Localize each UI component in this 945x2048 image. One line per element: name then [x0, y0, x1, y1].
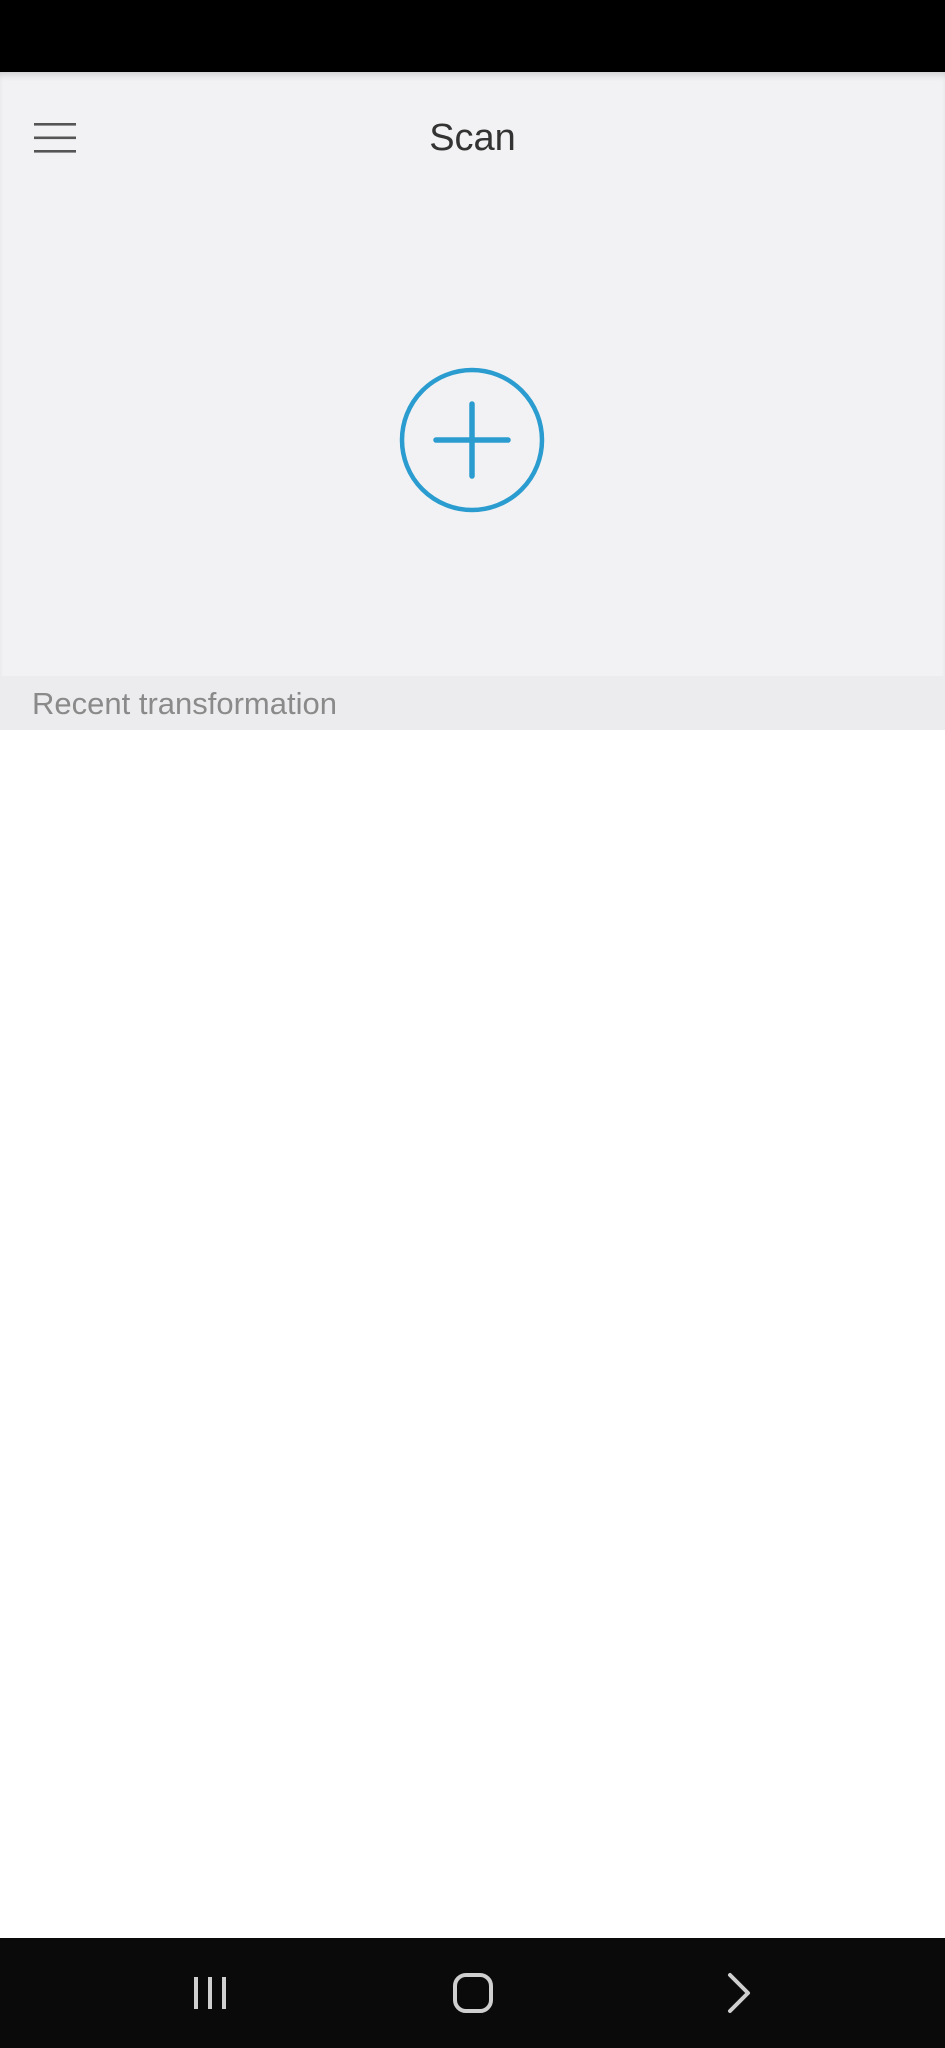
recent-section-label: Recent transformation: [32, 686, 337, 721]
back-button[interactable]: [683, 1958, 793, 2028]
page-title: Scan: [429, 117, 516, 159]
circle-plus-icon: [399, 367, 545, 513]
recent-list: [0, 730, 945, 1938]
recent-apps-button[interactable]: [155, 1958, 265, 2028]
recent-apps-icon: [194, 1977, 226, 2009]
home-button[interactable]: [418, 1958, 528, 2028]
home-icon: [453, 1973, 493, 2013]
status-bar: [0, 0, 945, 72]
back-chevron-icon: [728, 1973, 750, 2013]
add-scan-button[interactable]: [398, 366, 546, 514]
